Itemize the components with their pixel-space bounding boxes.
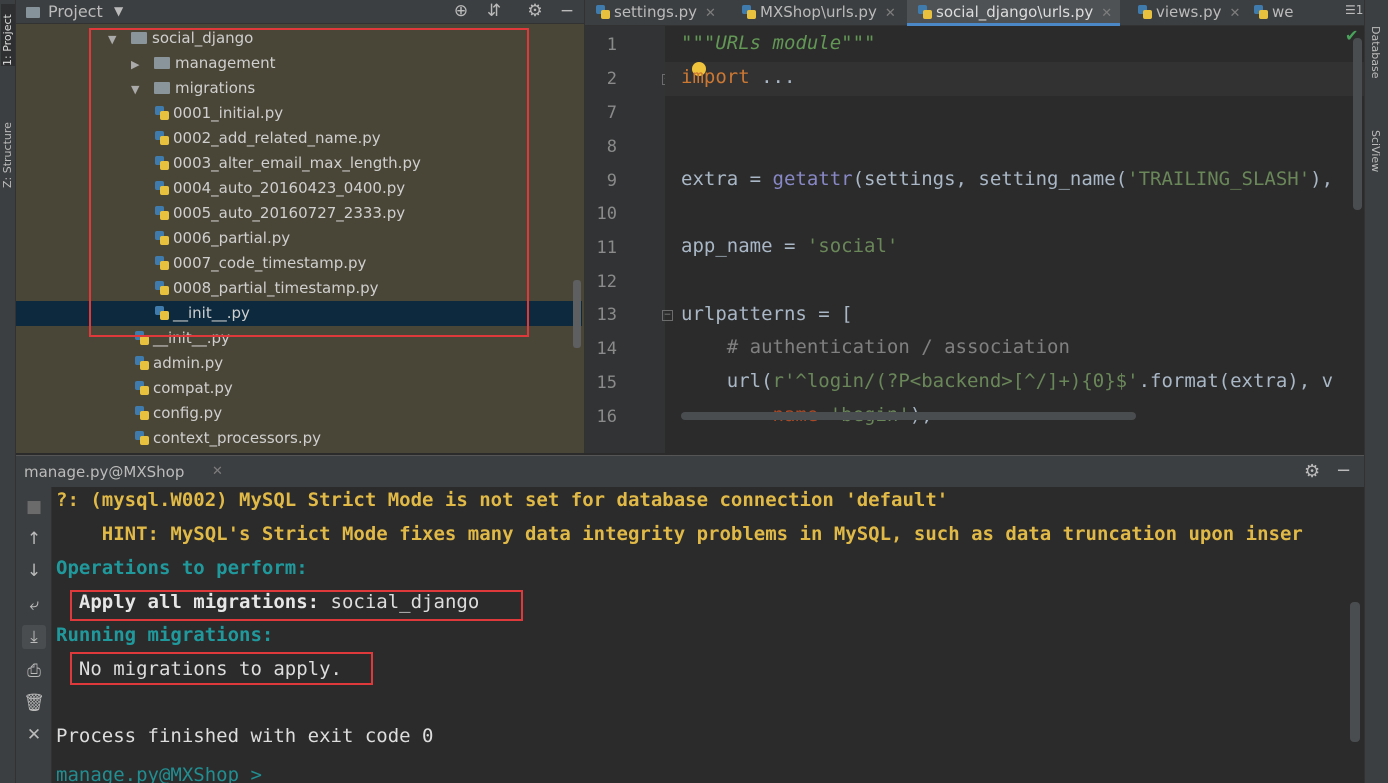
tree-file-item[interactable]: context_processors.py — [16, 426, 584, 451]
structure-tool-tab[interactable]: Z: Structure — [1, 108, 15, 188]
close-icon[interactable]: ✕ — [705, 6, 716, 21]
project-panel-header: Project ▼ ⊕ ⇵ ⚙ − — [16, 0, 584, 24]
tree-scrollbar[interactable] — [573, 280, 581, 348]
project-view-selector[interactable]: Project — [26, 2, 103, 21]
project-title-label: Project — [48, 2, 103, 21]
python-file-icon — [1137, 4, 1153, 20]
line-number: 16 — [596, 407, 617, 427]
close-icon[interactable]: ✕ — [1101, 6, 1112, 21]
line-number: 15 — [596, 373, 617, 393]
close-icon[interactable]: ✕ — [212, 464, 223, 479]
python-file-icon — [134, 380, 150, 396]
left-tool-strip: 1: Project Z: Structure — [0, 0, 16, 783]
tree-file-item[interactable]: compat.py — [16, 376, 584, 401]
tree-item-label: compat.py — [153, 379, 233, 397]
print-icon[interactable]: ⎙ — [22, 659, 46, 683]
trash-icon[interactable]: 🗑 — [22, 691, 46, 715]
python-file-icon — [134, 355, 150, 371]
annotation-box-migrations — [89, 28, 529, 337]
python-file-icon — [134, 405, 150, 421]
python-file-icon — [134, 430, 150, 446]
console-output[interactable]: ?: (mysql.W002) MySQL Strict Mode is not… — [52, 487, 1364, 783]
line-number: 14 — [596, 339, 617, 359]
tab-we[interactable]: we — [1253, 0, 1294, 26]
console-scrollbar[interactable] — [1350, 602, 1360, 742]
line-number-gutter: 1 2 7 8 9 10 11 12 13 14 15 16 + − — [585, 26, 673, 453]
run-tab[interactable]: manage.py@MXShop — [24, 463, 184, 481]
python-file-icon — [741, 4, 757, 20]
code-line-1: """URLs module""" — [681, 32, 876, 54]
gear-icon[interactable]: ⚙ — [524, 1, 546, 21]
close-icon[interactable]: ✕ — [1230, 6, 1241, 21]
tab-mxshop-urls[interactable]: MXShop\urls.py ✕ — [741, 0, 896, 26]
console-line: Operations to perform: — [56, 557, 308, 579]
python-file-icon — [917, 4, 933, 20]
run-panel-header: manage.py@MXShop ✕ ⚙ − — [16, 455, 1364, 487]
console-line: Process finished with exit code 0 — [56, 725, 434, 747]
stop-icon[interactable]: ■ — [22, 495, 46, 519]
code-line-9: extra = getattr(settings, setting_name('… — [681, 168, 1345, 190]
tree-item-label: context_processors.py — [153, 429, 322, 447]
run-toolbar: ■ ↑ ↓ ⤶ ⤓ ⎙ 🗑 ✕ — [16, 487, 52, 783]
locate-icon[interactable]: ⊕ — [450, 1, 472, 21]
line-number: 12 — [596, 272, 617, 292]
code-editor: settings.py ✕ MXShop\urls.py ✕ social_djan… — [584, 0, 1364, 453]
soft-wrap-icon[interactable]: ⤶ — [22, 593, 46, 617]
line-number: 8 — [606, 137, 617, 157]
editor-tab-bar: settings.py ✕ MXShop\urls.py ✕ social_djan… — [585, 0, 1364, 26]
editor-horizontal-scrollbar[interactable] — [681, 412, 1136, 420]
code-line-13: urlpatterns = [ — [681, 303, 853, 325]
code-line-11: app_name = 'social' — [681, 235, 899, 257]
python-file-icon — [595, 4, 611, 20]
right-tool-strip: Database SciView — [1364, 0, 1388, 783]
line-number: 9 — [606, 171, 617, 191]
code-text-area[interactable]: """URLs module""" import ... extra = get… — [665, 26, 1364, 453]
code-line-2: import ... — [681, 66, 796, 88]
arrow-down-icon[interactable]: ↓ — [22, 559, 46, 583]
console-line: ?: (mysql.W002) MySQL Strict Mode is not… — [56, 489, 949, 511]
project-panel: Project ▼ ⊕ ⇵ ⚙ − ▼ social_django ▶ managem… — [16, 0, 584, 453]
console-line: Running migrations: — [56, 624, 274, 646]
tree-file-item[interactable]: config.py — [16, 401, 584, 426]
tab-overflow-menu[interactable]: ☰1 — [1345, 3, 1363, 17]
console-line: manage.py@MXShop > — [56, 764, 262, 783]
line-number: 7 — [606, 103, 617, 123]
tree-file-item[interactable]: admin.py — [16, 351, 584, 376]
code-line-14: # authentication / association — [681, 336, 1070, 358]
minimize-icon[interactable]: − — [1336, 460, 1351, 481]
hide-panel-icon[interactable]: − — [556, 1, 578, 21]
editor-vertical-scrollbar[interactable] — [1353, 38, 1362, 210]
python-file-icon — [1253, 4, 1269, 20]
line-number: 10 — [596, 204, 617, 224]
line-number: 1 — [606, 35, 617, 55]
annotation-box-no-migrations — [70, 652, 373, 685]
tab-views[interactable]: views.py ✕ — [1137, 0, 1240, 26]
tree-item-label: admin.py — [153, 354, 224, 372]
close-icon[interactable]: ✕ — [22, 723, 46, 747]
console-line: HINT: MySQL's Strict Mode fixes many dat… — [56, 523, 1303, 545]
tree-item-label: config.py — [153, 404, 223, 422]
project-tool-tab[interactable]: 1: Project — [1, 4, 15, 66]
folder-icon — [26, 7, 40, 18]
database-tool-tab[interactable]: Database — [1369, 26, 1382, 79]
collapse-all-icon[interactable]: ⇵ — [483, 1, 505, 21]
chevron-down-icon[interactable]: ▼ — [114, 4, 123, 18]
tab-social-django-urls[interactable]: social_django\urls.py ✕ — [907, 0, 1121, 26]
line-number: 13 — [596, 305, 617, 325]
arrow-up-icon[interactable]: ↑ — [22, 527, 46, 551]
scroll-to-end-icon[interactable]: ⤓ — [22, 625, 46, 649]
code-line-15: url(r'^login/(?P<backend>[^/]+){0}$'.for… — [681, 370, 1334, 392]
sciview-tool-tab[interactable]: SciView — [1369, 130, 1382, 172]
line-number: 2 — [606, 69, 617, 89]
tab-settings[interactable]: settings.py ✕ — [595, 0, 716, 26]
close-icon[interactable]: ✕ — [885, 6, 896, 21]
gear-icon[interactable]: ⚙ — [1304, 461, 1320, 482]
annotation-box-apply — [70, 590, 523, 621]
line-number: 11 — [596, 238, 617, 258]
